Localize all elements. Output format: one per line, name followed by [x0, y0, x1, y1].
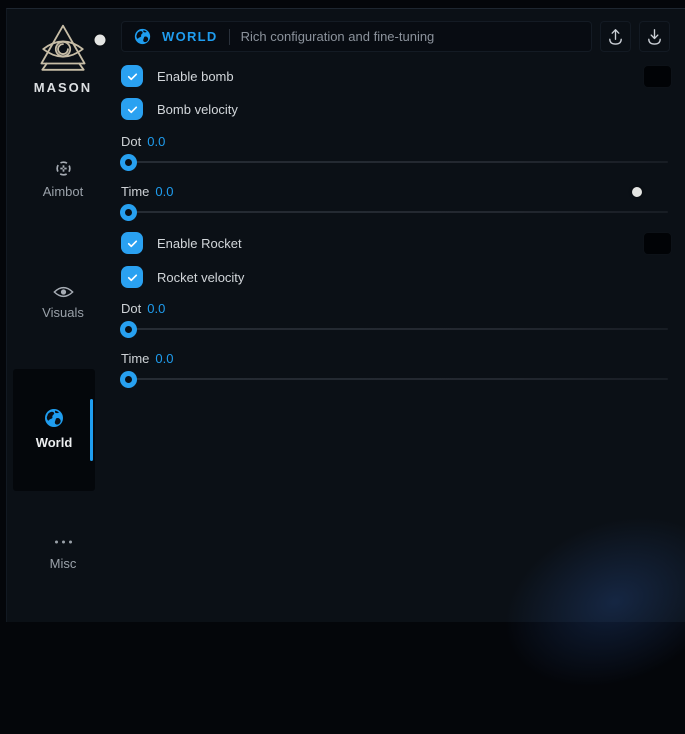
slider-track — [121, 161, 668, 163]
sidebar-item-aimbot[interactable]: Aimbot — [7, 159, 119, 199]
ellipsis-icon — [7, 539, 119, 545]
rocket-time-slider[interactable] — [121, 371, 668, 388]
slider-track — [121, 211, 668, 213]
sidebar-item-label: World — [13, 435, 95, 450]
slider-label: Time 0.0 — [121, 184, 668, 199]
download-icon — [645, 27, 664, 46]
slider-label: Time 0.0 — [121, 351, 668, 366]
slider-track — [121, 378, 668, 380]
slider-knob[interactable] — [120, 204, 137, 221]
checkbox-label: Enable bomb — [157, 69, 234, 84]
header-divider — [229, 29, 230, 45]
logo-text: MASON — [7, 80, 119, 95]
active-tab-indicator — [90, 399, 93, 461]
bomb-time-slider[interactable] — [121, 204, 668, 221]
sidebar-item-misc[interactable]: Misc — [7, 535, 119, 571]
setting-row: Enable Rocket — [121, 232, 668, 254]
bomb-color-swatch[interactable] — [643, 65, 672, 88]
enable-bomb-checkbox[interactable] — [121, 65, 143, 87]
slider-knob[interactable] — [120, 321, 137, 338]
sidebar-item-label: Visuals — [7, 305, 119, 320]
header-row: WORLD Rich configuration and fine-tuning — [121, 21, 670, 52]
globe-icon — [13, 408, 95, 428]
slider-name: Dot — [121, 134, 141, 149]
slider-name: Time — [121, 351, 149, 366]
checkmark-icon — [125, 69, 140, 84]
settings-content: Enable bomb Bomb velocity Dot 0.0 — [119, 65, 685, 388]
slider-value: 0.0 — [155, 184, 173, 199]
crosshair-icon — [7, 159, 119, 178]
page-subtitle: Rich configuration and fine-tuning — [241, 29, 435, 44]
download-config-button[interactable] — [639, 21, 670, 52]
rocket-color-swatch[interactable] — [643, 232, 672, 255]
enable-rocket-checkbox[interactable] — [121, 232, 143, 254]
setting-row: Rocket velocity — [121, 266, 668, 288]
globe-icon — [134, 28, 151, 45]
slider-knob[interactable] — [120, 371, 137, 388]
sidebar-item-visuals[interactable]: Visuals — [7, 285, 119, 320]
rocket-dot-slider[interactable] — [121, 321, 668, 338]
slider-value: 0.0 — [155, 351, 173, 366]
logo: MASON — [7, 23, 119, 95]
mason-menu-window: MASON Aimbot — [6, 8, 685, 622]
sidebar-item-label: Aimbot — [7, 184, 119, 199]
slider-knob[interactable] — [120, 154, 137, 171]
sidebar: MASON Aimbot — [7, 9, 119, 622]
checkmark-icon — [125, 102, 140, 117]
slider-value: 0.0 — [147, 301, 165, 316]
checkmark-icon — [125, 270, 140, 285]
slider-label: Dot 0.0 — [121, 134, 668, 149]
page-header: WORLD Rich configuration and fine-tuning — [121, 21, 592, 52]
masonic-eye-icon — [7, 23, 119, 77]
rocket-velocity-checkbox[interactable] — [121, 266, 143, 288]
bomb-dot-slider[interactable] — [121, 154, 668, 171]
checkbox-label: Bomb velocity — [157, 102, 238, 117]
checkbox-label: Enable Rocket — [157, 236, 242, 251]
sidebar-item-label: Misc — [7, 556, 119, 571]
slider-track — [121, 328, 668, 330]
setting-row: Bomb velocity — [121, 98, 668, 120]
checkbox-label: Rocket velocity — [157, 270, 244, 285]
eye-icon — [7, 285, 119, 299]
slider-label: Dot 0.0 — [121, 301, 668, 316]
sidebar-item-world[interactable]: World — [13, 369, 95, 491]
slider-name: Dot — [121, 301, 141, 316]
bomb-velocity-checkbox[interactable] — [121, 98, 143, 120]
main-panel: WORLD Rich configuration and fine-tuning — [119, 9, 685, 622]
setting-row: Enable bomb — [121, 65, 668, 87]
upload-config-button[interactable] — [600, 21, 631, 52]
slider-name: Time — [121, 184, 149, 199]
slider-value: 0.0 — [147, 134, 165, 149]
upload-icon — [606, 27, 625, 46]
page-title: WORLD — [162, 29, 218, 44]
checkmark-icon — [125, 236, 140, 251]
